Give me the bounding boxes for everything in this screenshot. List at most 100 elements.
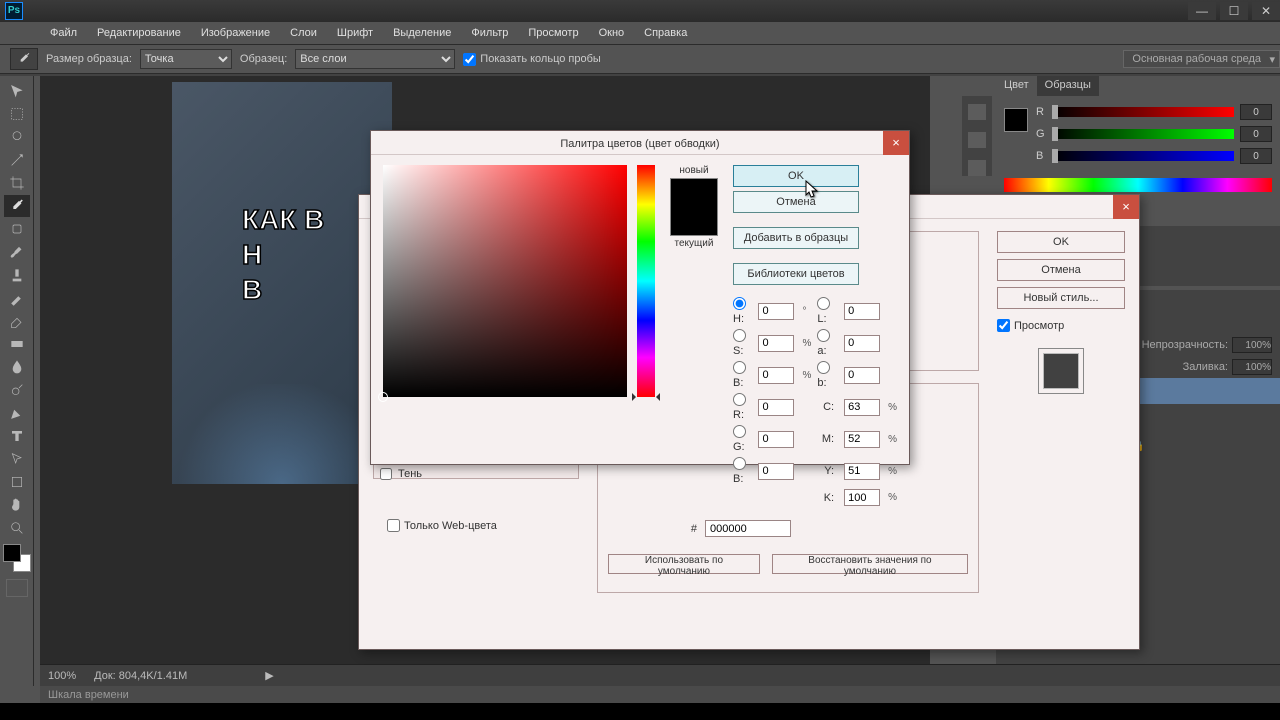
close-icon[interactable]: × bbox=[883, 131, 909, 155]
spectrum-ramp[interactable] bbox=[1004, 178, 1272, 192]
tab-swatches[interactable]: Образцы bbox=[1037, 76, 1099, 96]
hsb-s-input[interactable] bbox=[758, 335, 794, 352]
ls-ok-button[interactable]: OK bbox=[997, 231, 1125, 253]
lasso-tool[interactable] bbox=[4, 126, 30, 148]
wand-tool[interactable] bbox=[4, 149, 30, 171]
timeline-panel[interactable]: Шкала времени bbox=[40, 686, 1280, 703]
cp-ok-button[interactable]: OK bbox=[733, 165, 859, 187]
hsb-h-radio[interactable] bbox=[733, 297, 746, 310]
zoom-tool[interactable] bbox=[4, 517, 30, 539]
menu-layer[interactable]: Слои bbox=[280, 27, 327, 39]
foreground-swatch[interactable] bbox=[1004, 108, 1028, 132]
menu-image[interactable]: Изображение bbox=[191, 27, 280, 39]
marquee-tool[interactable] bbox=[4, 103, 30, 125]
hsb-b-radio[interactable] bbox=[733, 361, 746, 374]
panel-dock[interactable] bbox=[962, 96, 992, 176]
menu-file[interactable]: Файл bbox=[40, 27, 87, 39]
minimize-button[interactable]: — bbox=[1188, 2, 1216, 20]
color-swatches[interactable] bbox=[3, 544, 31, 572]
gradient-tool[interactable] bbox=[4, 333, 30, 355]
lab-a-input[interactable] bbox=[844, 335, 880, 352]
path-select-tool[interactable] bbox=[4, 448, 30, 470]
quickmask-toggle[interactable] bbox=[6, 579, 28, 597]
cp-color-libs-button[interactable]: Библиотеки цветов bbox=[733, 263, 859, 285]
cmyk-m-input[interactable] bbox=[844, 431, 880, 448]
rgb-g-radio[interactable] bbox=[733, 425, 746, 438]
menu-view[interactable]: Просмотр bbox=[518, 27, 588, 39]
rgb-r-radio[interactable] bbox=[733, 393, 746, 406]
g-input[interactable] bbox=[1240, 126, 1272, 142]
zoom-level[interactable]: 100% bbox=[48, 670, 76, 682]
current-color-label: текущий bbox=[665, 238, 723, 249]
close-button[interactable]: ✕ bbox=[1252, 2, 1280, 20]
hand-tool[interactable] bbox=[4, 494, 30, 516]
eyedropper-tool[interactable] bbox=[4, 195, 30, 217]
workspace-switcher[interactable]: Основная рабочая среда bbox=[1123, 50, 1280, 68]
rgb-b-radio[interactable] bbox=[733, 457, 746, 470]
color-field[interactable] bbox=[383, 165, 627, 397]
pen-tool[interactable] bbox=[4, 402, 30, 424]
color-picker-titlebar[interactable]: Палитра цветов (цвет обводки)× bbox=[371, 131, 909, 155]
show-ring-checkbox[interactable] bbox=[463, 53, 476, 66]
hsb-s-radio[interactable] bbox=[733, 329, 746, 342]
stamp-tool[interactable] bbox=[4, 264, 30, 286]
sample-from-label: Образец: bbox=[240, 53, 287, 65]
menu-filter[interactable]: Фильтр bbox=[461, 27, 518, 39]
menu-window[interactable]: Окно bbox=[589, 27, 635, 39]
sample-from-select[interactable]: Все слои bbox=[295, 49, 455, 69]
rgb-r-input[interactable] bbox=[758, 399, 794, 416]
menu-select[interactable]: Выделение bbox=[383, 27, 461, 39]
lab-l-input[interactable] bbox=[844, 303, 880, 320]
ls-cancel-button[interactable]: Отмена bbox=[997, 259, 1125, 281]
reset-defaults-button[interactable]: Восстановить значения по умолчанию bbox=[772, 554, 968, 574]
close-icon[interactable]: × bbox=[1113, 195, 1139, 219]
new-current-swatch[interactable] bbox=[670, 178, 718, 236]
cp-add-swatch-button[interactable]: Добавить в образцы bbox=[733, 227, 859, 249]
r-slider[interactable] bbox=[1052, 107, 1234, 117]
menu-help[interactable]: Справка bbox=[634, 27, 697, 39]
g-slider[interactable] bbox=[1052, 129, 1234, 139]
shape-tool[interactable] bbox=[4, 471, 30, 493]
web-colors-checkbox[interactable] bbox=[387, 519, 400, 532]
sample-size-select[interactable]: Точка bbox=[140, 49, 232, 69]
lab-l-radio[interactable] bbox=[817, 297, 830, 310]
rgb-g-input[interactable] bbox=[758, 431, 794, 448]
eraser-tool[interactable] bbox=[4, 310, 30, 332]
opacity-input[interactable] bbox=[1232, 337, 1272, 353]
brush-tool[interactable] bbox=[4, 241, 30, 263]
b-slider[interactable] bbox=[1052, 151, 1234, 161]
r-input[interactable] bbox=[1240, 104, 1272, 120]
ls-newstyle-button[interactable]: Новый стиль... bbox=[997, 287, 1125, 309]
color-panel: ЦветОбразцы R G B bbox=[996, 76, 1280, 194]
history-brush-tool[interactable] bbox=[4, 287, 30, 309]
hex-input[interactable] bbox=[705, 520, 791, 537]
b-input[interactable] bbox=[1240, 148, 1272, 164]
hsb-b-input[interactable] bbox=[758, 367, 794, 384]
rgb-b-input[interactable] bbox=[758, 463, 794, 480]
tab-color[interactable]: Цвет bbox=[996, 76, 1037, 96]
statusbar: 100% Док: 804,4K/1.41M ▶ bbox=[40, 664, 1280, 686]
cmyk-c-input[interactable] bbox=[844, 399, 880, 416]
type-tool[interactable] bbox=[4, 425, 30, 447]
blur-tool[interactable] bbox=[4, 356, 30, 378]
hsb-h-input[interactable] bbox=[758, 303, 794, 320]
use-defaults-button[interactable]: Использовать по умолчанию bbox=[608, 554, 760, 574]
heal-tool[interactable] bbox=[4, 218, 30, 240]
lab-b-radio[interactable] bbox=[817, 361, 830, 374]
ls-preview-label: Просмотр bbox=[1014, 320, 1064, 332]
crop-tool[interactable] bbox=[4, 172, 30, 194]
hue-slider[interactable] bbox=[637, 165, 655, 397]
fill-input[interactable] bbox=[1232, 359, 1272, 375]
cp-cancel-button[interactable]: Отмена bbox=[733, 191, 859, 213]
lab-a-radio[interactable] bbox=[817, 329, 830, 342]
menu-type[interactable]: Шрифт bbox=[327, 27, 383, 39]
ls-preview-checkbox[interactable] bbox=[997, 319, 1010, 332]
menu-edit[interactable]: Редактирование bbox=[87, 27, 191, 39]
dodge-tool[interactable] bbox=[4, 379, 30, 401]
move-tool[interactable] bbox=[4, 80, 30, 102]
play-icon[interactable]: ▶ bbox=[265, 669, 273, 682]
maximize-button[interactable]: ☐ bbox=[1220, 2, 1248, 20]
cmyk-y-input[interactable] bbox=[844, 463, 880, 480]
lab-b-input[interactable] bbox=[844, 367, 880, 384]
cmyk-k-input[interactable] bbox=[844, 489, 880, 506]
